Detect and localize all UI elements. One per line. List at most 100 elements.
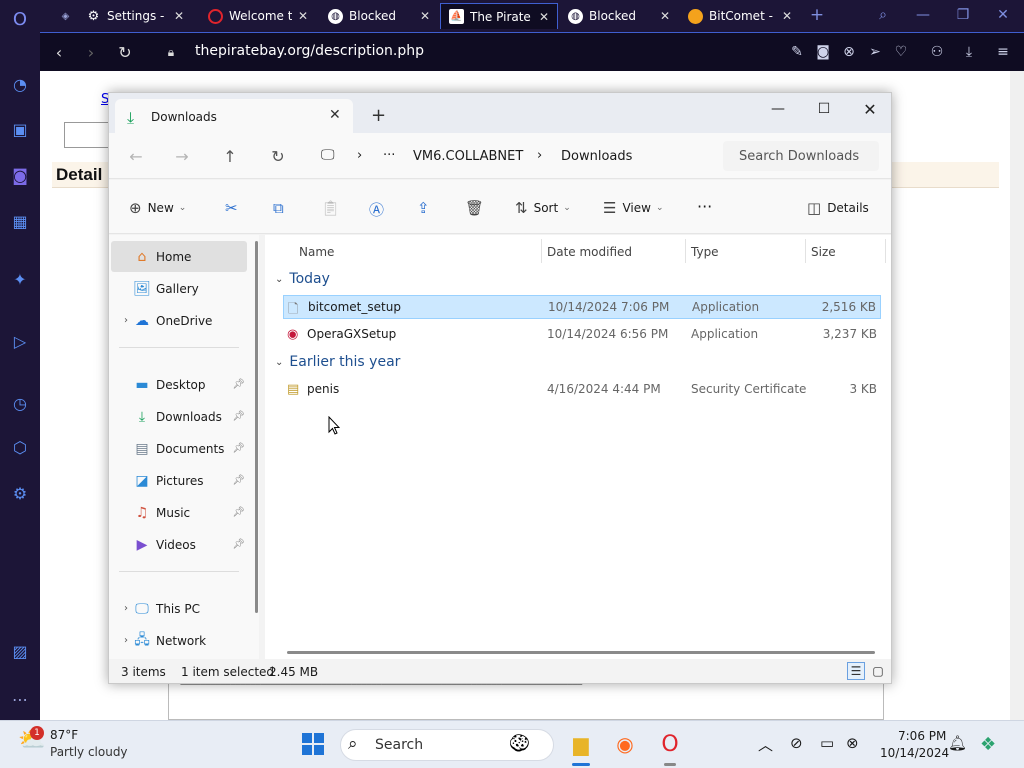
chevron-right-icon[interactable]: › [119, 603, 133, 614]
tab-pirate-bay[interactable]: ⛵ The Pirate B ✕ [440, 3, 558, 29]
nav-onedrive[interactable]: › ☁ OneDrive [111, 305, 247, 336]
player-icon[interactable]: ▷ [9, 330, 31, 352]
file-row-bitcomet-setup[interactable]: 🗋︎ bitcomet_setup 10/14/2024 7:06 PM App… [283, 295, 881, 319]
pin-icon[interactable]: 📌︎ [232, 379, 245, 390]
refresh-icon[interactable]: ↻ [267, 145, 289, 167]
file-list-scrollbar[interactable] [287, 651, 875, 654]
nav-pane-scrollbar[interactable] [255, 241, 258, 613]
column-name[interactable]: Name [299, 241, 334, 263]
reload-icon[interactable]: ↻ [114, 41, 136, 63]
tab-blocked-2[interactable]: ◍ Blocked ✕ [560, 3, 678, 29]
clock-date[interactable]: 10/14/2024 [880, 746, 949, 760]
tab-close-icon[interactable]: ✕ [329, 107, 341, 123]
bag-icon[interactable]: ▣ [9, 118, 31, 140]
column-size[interactable]: Size [811, 241, 836, 263]
search-tabs-icon[interactable]: ⌕ [868, 4, 898, 26]
nav-this-pc[interactable]: › 🖵︎ This PC [111, 593, 247, 624]
more-options-button[interactable]: ··· [697, 197, 712, 216]
tab-welcome[interactable]: Welcome to ✕ [200, 3, 316, 29]
weather-description[interactable]: Partly cloudy [50, 745, 128, 759]
nav-home[interactable]: ⌂ Home [111, 241, 247, 272]
copy-button[interactable]: ⧉ [273, 199, 290, 217]
close-window-icon[interactable]: ✕ [988, 4, 1018, 26]
paste-button[interactable]: 📋︎ [321, 199, 346, 217]
column-divider[interactable] [541, 239, 542, 263]
rename-button[interactable]: Ⓐ [369, 199, 390, 220]
windows-start-icon[interactable] [302, 733, 324, 755]
extensions-icon[interactable]: ⬡ [9, 436, 31, 458]
breadcrumb-vm6[interactable]: VM6.COLLABNET [413, 149, 523, 164]
page-scrollbar[interactable] [1010, 71, 1024, 720]
tab-settings[interactable]: ⚙ Settings - Pr ✕ [78, 3, 192, 29]
opera-logo-icon[interactable]: O [9, 8, 31, 30]
nav-network[interactable]: › 🖧︎ Network [111, 625, 247, 656]
breadcrumb-downloads[interactable]: Downloads [561, 149, 632, 164]
tab-close-icon[interactable]: ✕ [539, 10, 549, 24]
weather-temperature[interactable]: 87°F [50, 728, 78, 742]
delete-button[interactable]: 🗑︎ [465, 199, 490, 217]
column-date-modified[interactable]: Date modified [547, 241, 632, 263]
notification-bell-icon[interactable]: 🔔︎ [948, 734, 967, 752]
nav-pictures[interactable]: ◪ Pictures 📌︎ [111, 465, 247, 496]
tab-close-icon[interactable]: ✕ [174, 9, 184, 23]
tab-bitcomet[interactable]: BitComet - D ✕ [680, 3, 800, 29]
network-off-icon[interactable]: ⊘ [790, 734, 803, 752]
sound-muted-icon[interactable]: ⊗ [846, 734, 859, 752]
messenger-icon[interactable]: ✦ [9, 268, 31, 290]
display-icon[interactable]: ▭ [820, 734, 834, 752]
speed-dial-icon[interactable]: ◔ [9, 73, 31, 95]
restore-icon[interactable]: ❐ [948, 4, 978, 26]
sort-button[interactable]: ⇅ Sort ⌄ [515, 199, 571, 217]
heart-icon[interactable]: ♡ [892, 43, 910, 61]
maximize-icon[interactable]: ☐ [801, 97, 847, 121]
tab-close-icon[interactable]: ✕ [660, 9, 670, 23]
column-divider[interactable] [805, 239, 806, 263]
column-type[interactable]: Type [691, 241, 719, 263]
tab-blocked-1[interactable]: ◍ Blocked ✕ [320, 3, 438, 29]
new-tab-icon[interactable]: + [371, 105, 386, 126]
tab-close-icon[interactable]: ✕ [782, 9, 792, 23]
tiles-view-icon[interactable]: ▢ [869, 662, 887, 680]
more-icon[interactable]: ⋯ [9, 688, 31, 710]
minimize-icon[interactable]: — [908, 4, 938, 26]
chevron-right-icon[interactable]: › [357, 148, 362, 163]
nav-music[interactable]: ♫ Music 📌︎ [111, 497, 247, 528]
minimize-icon[interactable]: — [755, 97, 801, 121]
file-row-operagxsetup[interactable]: ◉ OperaGXSetup 10/14/2024 6:56 PM Applic… [283, 323, 881, 347]
back-icon[interactable]: ‹ [48, 41, 70, 63]
wallpaper-icon[interactable]: ▨ [9, 640, 31, 662]
settings-icon[interactable]: ⚙ [9, 482, 31, 504]
file-row-penis[interactable]: ▤ penis 4/16/2024 4:44 PM Security Certi… [283, 378, 881, 402]
download-icon[interactable]: ⤓ [960, 43, 978, 61]
tab-close-icon[interactable]: ✕ [298, 9, 308, 23]
group-earlier-this-year[interactable]: ⌄ Earlier this year [275, 354, 400, 370]
column-divider[interactable] [685, 239, 686, 263]
tab-gamepad[interactable]: ◈ [50, 3, 78, 29]
monitor-icon[interactable]: 🖵︎ [321, 147, 335, 163]
pin-icon[interactable]: 📌︎ [232, 507, 245, 518]
nav-documents[interactable]: ▤ Documents 📌︎ [111, 433, 247, 464]
file-explorer-taskbar-icon[interactable]: ▆ [567, 730, 595, 758]
forward-arrow-icon[interactable]: → [171, 145, 193, 167]
up-arrow-icon[interactable]: ↑ [219, 145, 241, 167]
clock-time[interactable]: 7:06 PM [898, 729, 946, 743]
close-icon[interactable]: ✕ [847, 97, 893, 121]
menu-icon[interactable]: ≡ [994, 43, 1012, 61]
breadcrumb-more[interactable]: ··· [383, 148, 395, 163]
history-icon[interactable]: ◷ [9, 392, 31, 414]
cookie-cupcake-icon[interactable]: 🍪︎ [508, 733, 531, 754]
adblock-icon[interactable]: ⊗ [840, 43, 858, 61]
pin-icon[interactable]: 📌︎ [232, 443, 245, 454]
nav-desktop[interactable]: ▬ Desktop 📌︎ [111, 369, 247, 400]
url-text[interactable]: thepiratebay.org/description.php [195, 43, 424, 59]
camera-icon[interactable]: ◙ [814, 43, 832, 61]
chevron-right-icon[interactable]: › [537, 148, 542, 163]
details-pane-button[interactable]: ◫ Details [807, 199, 869, 217]
forward-icon[interactable]: › [80, 41, 102, 63]
opera-taskbar-icon[interactable]: O [656, 730, 684, 758]
firefox-taskbar-icon[interactable]: ◉ [611, 730, 639, 758]
copilot-icon[interactable]: ❖ [980, 734, 996, 755]
chevron-right-icon[interactable]: › [119, 315, 133, 326]
profile-icon[interactable]: ⚇ [928, 43, 946, 61]
share-button[interactable]: ⇪ [417, 199, 436, 217]
